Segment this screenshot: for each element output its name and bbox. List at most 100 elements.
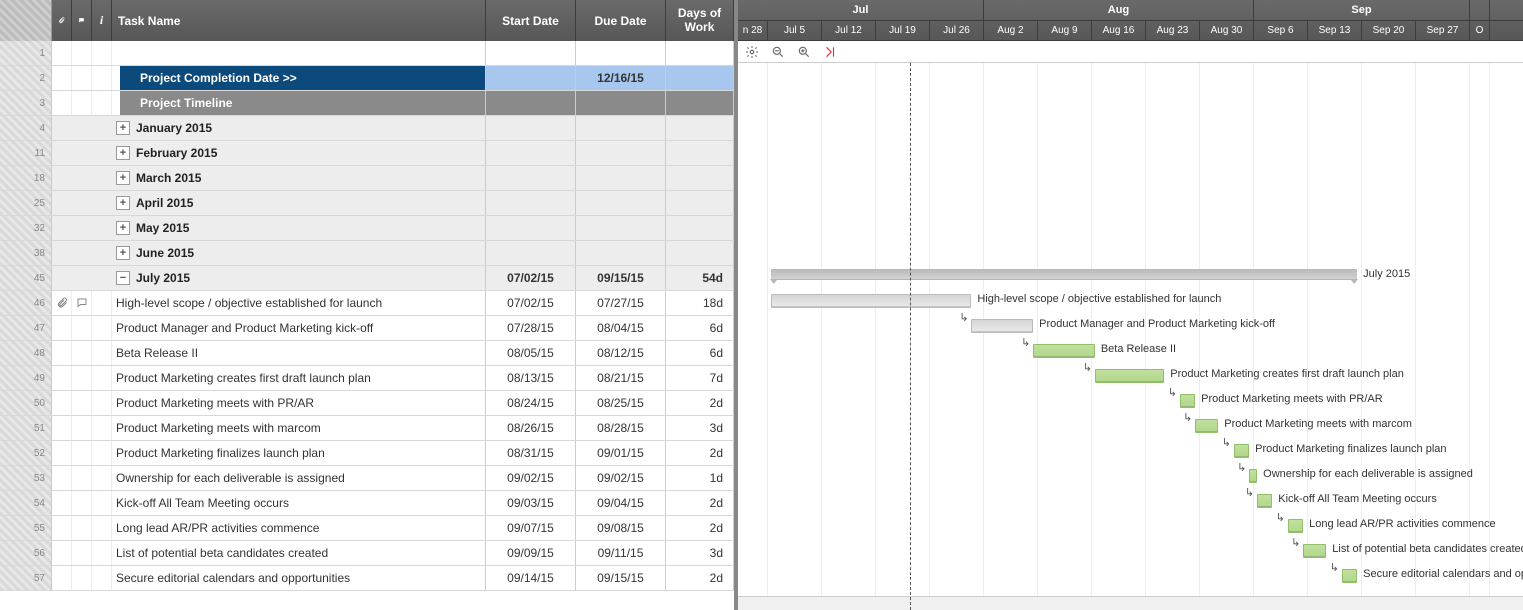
startdate-cell[interactable]: 08/26/15	[486, 416, 576, 440]
days-cell[interactable]: 6d	[666, 341, 734, 365]
table-row[interactable]: 48Beta Release II08/05/1508/12/156d	[0, 341, 734, 366]
table-row[interactable]: 3Project Timeline	[0, 91, 734, 116]
month-header[interactable]	[1470, 0, 1490, 20]
row-number[interactable]: 53	[0, 466, 52, 490]
info-cell[interactable]	[92, 66, 112, 90]
startdate-column-header[interactable]: Start Date	[486, 0, 576, 41]
task-cell[interactable]: Kick-off All Team Meeting occurs	[112, 491, 486, 515]
week-header[interactable]: Aug 2	[984, 21, 1038, 41]
row-number[interactable]: 32	[0, 216, 52, 240]
comment-cell[interactable]	[72, 566, 92, 590]
comment-cell[interactable]	[72, 366, 92, 390]
gantt-area[interactable]: July 2015High-level scope / objective es…	[738, 63, 1523, 610]
duedate-cell[interactable]: 08/25/15	[576, 391, 666, 415]
attachment-cell[interactable]	[52, 516, 72, 540]
task-cell[interactable]: High-level scope / objective established…	[112, 291, 486, 315]
zoom-in-icon[interactable]	[796, 44, 812, 60]
duedate-cell[interactable]	[576, 141, 666, 165]
duedate-cell[interactable]: 08/04/15	[576, 316, 666, 340]
week-header[interactable]: Jul 19	[876, 21, 930, 41]
startdate-cell[interactable]	[486, 166, 576, 190]
comment-cell[interactable]	[72, 191, 92, 215]
attachment-cell[interactable]	[52, 316, 72, 340]
days-cell[interactable]	[666, 66, 734, 90]
zoom-out-icon[interactable]	[770, 44, 786, 60]
row-number[interactable]: 54	[0, 491, 52, 515]
duedate-cell[interactable]: 08/28/15	[576, 416, 666, 440]
attachment-cell[interactable]	[52, 266, 72, 290]
goto-today-icon[interactable]	[822, 44, 838, 60]
attachments-column-header[interactable]	[52, 0, 72, 41]
table-row[interactable]: 38+June 2015	[0, 241, 734, 266]
days-cell[interactable]	[666, 216, 734, 240]
task-cell[interactable]: Beta Release II	[112, 341, 486, 365]
row-number[interactable]: 25	[0, 191, 52, 215]
gantt-task-bar[interactable]	[1195, 419, 1218, 433]
gantt-task-bar[interactable]	[1288, 519, 1303, 533]
duedate-cell[interactable]: 09/11/15	[576, 541, 666, 565]
info-cell[interactable]	[92, 366, 112, 390]
gantt-task-bar[interactable]	[1257, 494, 1272, 508]
row-number[interactable]: 48	[0, 341, 52, 365]
duedate-cell[interactable]: 09/15/15	[576, 566, 666, 590]
attachment-cell[interactable]	[52, 191, 72, 215]
duedate-cell[interactable]: 09/15/15	[576, 266, 666, 290]
month-header[interactable]: Jul	[738, 0, 984, 20]
startdate-cell[interactable]: 07/02/15	[486, 291, 576, 315]
attachment-cell[interactable]	[52, 241, 72, 265]
row-number[interactable]: 49	[0, 366, 52, 390]
info-cell[interactable]	[92, 441, 112, 465]
gantt-summary-bar[interactable]	[771, 269, 1357, 280]
duedate-cell[interactable]	[576, 166, 666, 190]
info-column-header[interactable]: i	[92, 0, 112, 41]
comment-cell[interactable]	[72, 416, 92, 440]
info-cell[interactable]	[92, 191, 112, 215]
table-row[interactable]: 54Kick-off All Team Meeting occurs09/03/…	[0, 491, 734, 516]
week-header[interactable]: Aug 9	[1038, 21, 1092, 41]
days-cell[interactable]: 7d	[666, 366, 734, 390]
startdate-cell[interactable]: 08/24/15	[486, 391, 576, 415]
days-cell[interactable]: 2d	[666, 566, 734, 590]
duedate-cell[interactable]: 12/16/15	[576, 66, 666, 90]
month-header[interactable]: Aug	[984, 0, 1254, 20]
duedate-cell[interactable]: 08/12/15	[576, 341, 666, 365]
info-cell[interactable]	[92, 491, 112, 515]
days-cell[interactable]	[666, 116, 734, 140]
table-row[interactable]: 52Product Marketing finalizes launch pla…	[0, 441, 734, 466]
comment-cell[interactable]	[72, 91, 92, 115]
comment-cell[interactable]	[72, 141, 92, 165]
info-cell[interactable]	[92, 141, 112, 165]
row-number[interactable]: 4	[0, 116, 52, 140]
duedate-cell[interactable]: 09/04/15	[576, 491, 666, 515]
task-cell[interactable]: Project Completion Date >>	[112, 66, 486, 90]
comment-cell[interactable]	[72, 291, 92, 315]
task-cell[interactable]: List of potential beta candidates create…	[112, 541, 486, 565]
duedate-cell[interactable]	[576, 191, 666, 215]
duedate-column-header[interactable]: Due Date	[576, 0, 666, 41]
expand-icon[interactable]: +	[116, 196, 130, 210]
duedate-cell[interactable]	[576, 91, 666, 115]
info-cell[interactable]	[92, 566, 112, 590]
days-cell[interactable]	[666, 41, 734, 65]
task-cell[interactable]: Secure editorial calendars and opportuni…	[112, 566, 486, 590]
info-cell[interactable]	[92, 466, 112, 490]
comment-cell[interactable]	[72, 441, 92, 465]
table-row[interactable]: 4+January 2015	[0, 116, 734, 141]
days-cell[interactable]	[666, 141, 734, 165]
attachment-cell[interactable]	[52, 116, 72, 140]
row-number[interactable]: 47	[0, 316, 52, 340]
duedate-cell[interactable]	[576, 41, 666, 65]
comments-column-header[interactable]	[72, 0, 92, 41]
startdate-cell[interactable]	[486, 241, 576, 265]
row-number[interactable]: 11	[0, 141, 52, 165]
week-header[interactable]: Sep 20	[1362, 21, 1416, 41]
attachment-cell[interactable]	[52, 291, 72, 315]
week-header[interactable]: O	[1470, 21, 1490, 41]
row-number[interactable]: 38	[0, 241, 52, 265]
attachment-cell[interactable]	[52, 66, 72, 90]
startdate-cell[interactable]: 07/02/15	[486, 266, 576, 290]
comment-cell[interactable]	[72, 41, 92, 65]
week-header[interactable]: Jul 12	[822, 21, 876, 41]
expand-icon[interactable]: +	[116, 171, 130, 185]
startdate-cell[interactable]: 09/14/15	[486, 566, 576, 590]
